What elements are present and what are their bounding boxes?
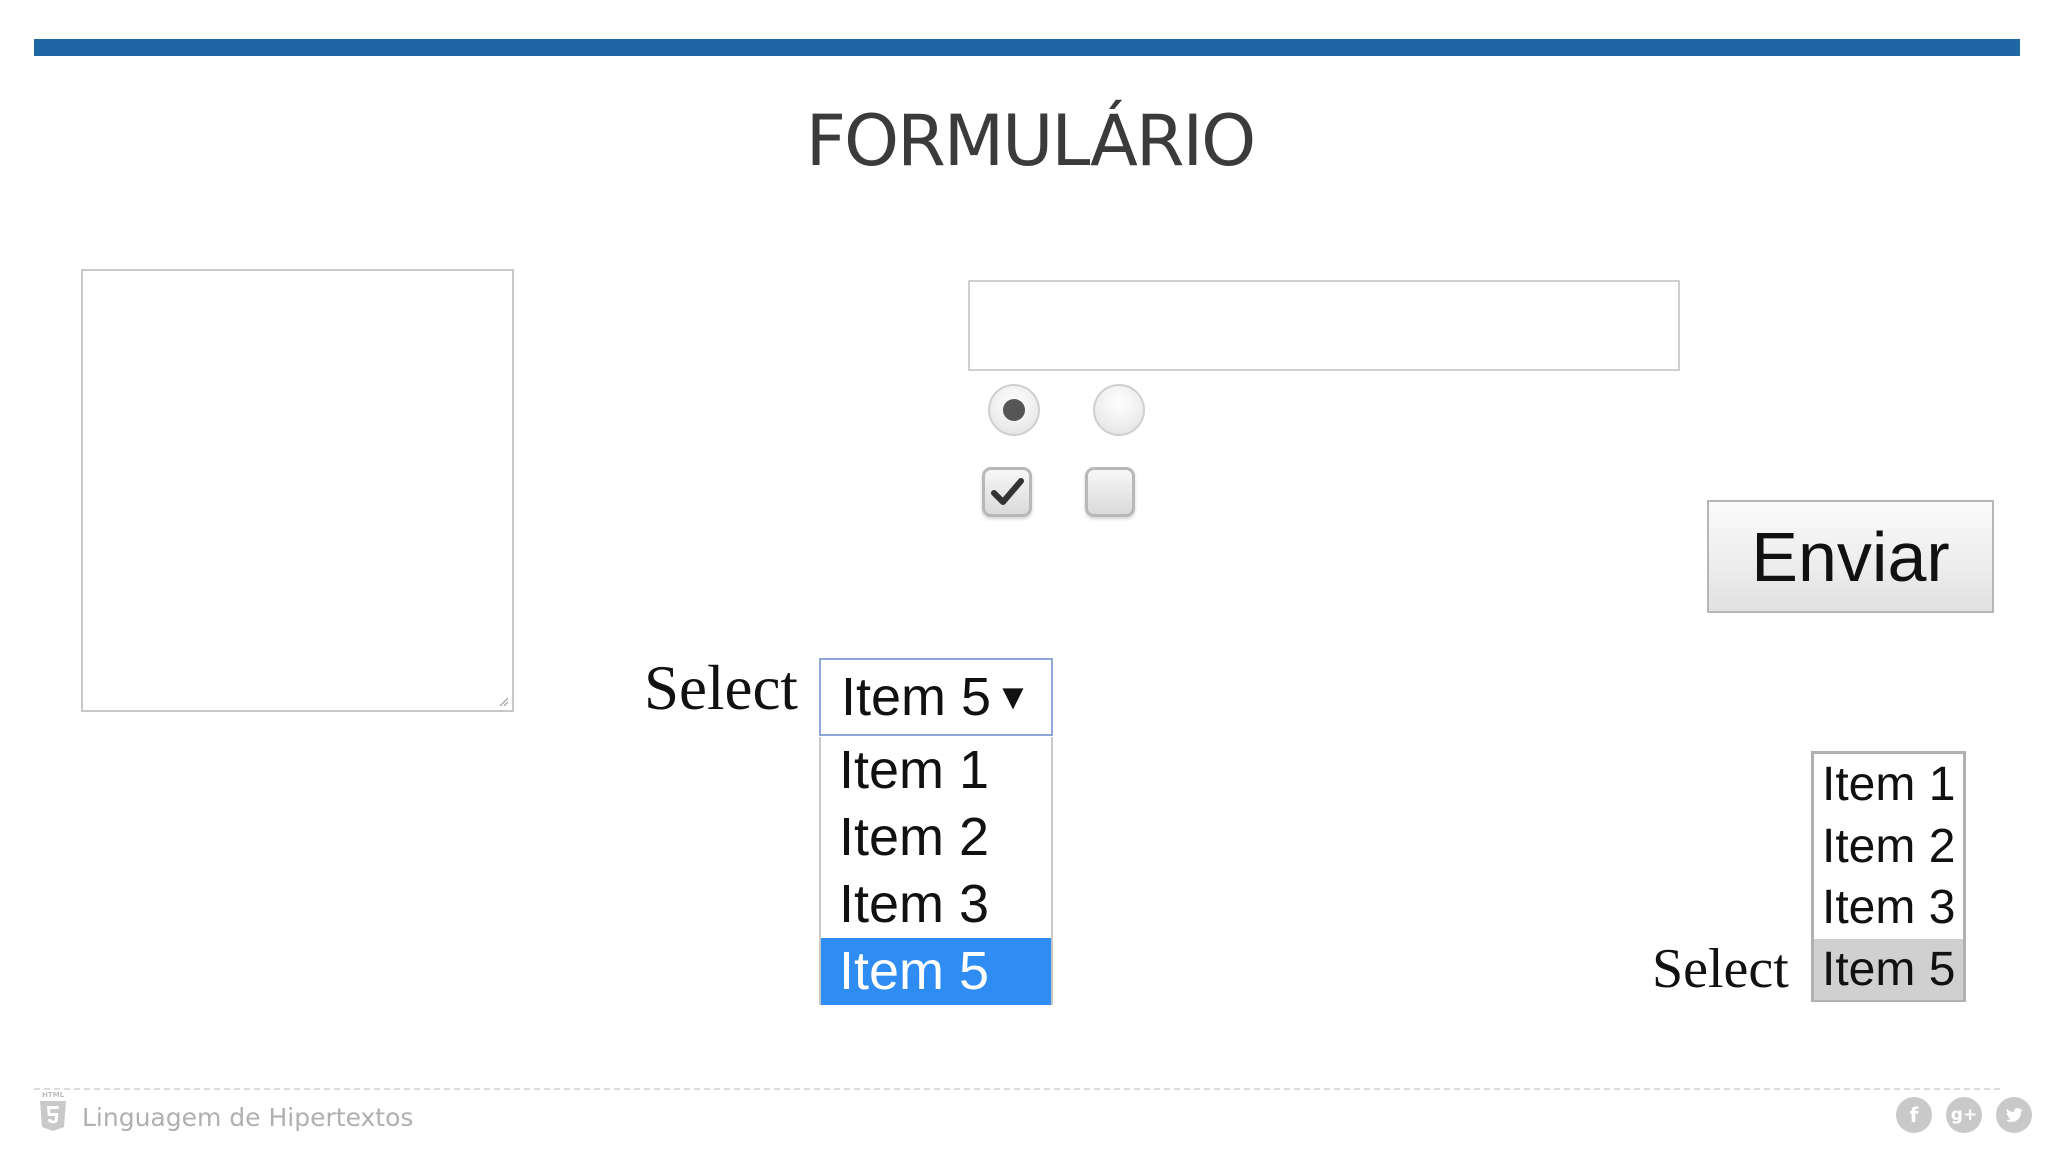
dropdown-option-highlighted[interactable]: Item 5: [821, 938, 1051, 1005]
footer-text: Linguagem de Hipertextos: [82, 1103, 414, 1132]
message-textarea[interactable]: [81, 269, 514, 712]
radio-option-1[interactable]: [988, 384, 1040, 436]
twitter-bird-glyph: [2006, 1108, 2023, 1122]
checkmark-icon: [991, 478, 1024, 505]
listbox-option[interactable]: Item 2: [1814, 816, 1963, 878]
listbox-option[interactable]: Item 1: [1814, 754, 1963, 816]
footer-divider: [34, 1088, 2000, 1090]
html5-logo-text: HTML: [42, 1091, 65, 1099]
dropdown-label: Select: [644, 653, 798, 723]
text-input[interactable]: [968, 280, 1680, 371]
listbox-select[interactable]: Item 1 Item 2 Item 3 Item 5: [1811, 751, 1966, 1002]
top-accent-bar: [34, 39, 2020, 56]
submit-button[interactable]: Enviar: [1707, 500, 1994, 613]
html5-logo-icon: HTML: [40, 1091, 66, 1131]
dropdown-option[interactable]: Item 3: [821, 871, 1051, 938]
radio-option-2[interactable]: [1093, 384, 1145, 436]
twitter-icon[interactable]: [1996, 1097, 2032, 1133]
resize-grip-icon[interactable]: [498, 696, 508, 706]
checkbox-option-2[interactable]: [1085, 467, 1135, 517]
checkbox-option-1[interactable]: [982, 467, 1032, 517]
listbox-option[interactable]: Item 3: [1814, 877, 1963, 939]
dropdown-options-list: Item 1 Item 2 Item 3 Item 5: [819, 737, 1053, 1005]
google-plus-icon[interactable]: g+: [1946, 1097, 1982, 1133]
dropdown-select[interactable]: Item 5 ▼: [819, 658, 1053, 736]
dropdown-selected-value: Item 5: [841, 667, 992, 727]
facebook-icon[interactable]: f: [1896, 1097, 1932, 1133]
listbox-option-selected[interactable]: Item 5: [1814, 938, 1963, 1000]
dropdown-option[interactable]: Item 1: [821, 737, 1051, 804]
dropdown-option[interactable]: Item 2: [821, 804, 1051, 871]
radio-selected-dot: [1003, 399, 1025, 421]
dropdown-arrow-icon: ▼: [995, 676, 1031, 717]
page-title: FORMULÁRIO: [805, 100, 1257, 182]
listbox-label: Select: [1652, 938, 1789, 1000]
